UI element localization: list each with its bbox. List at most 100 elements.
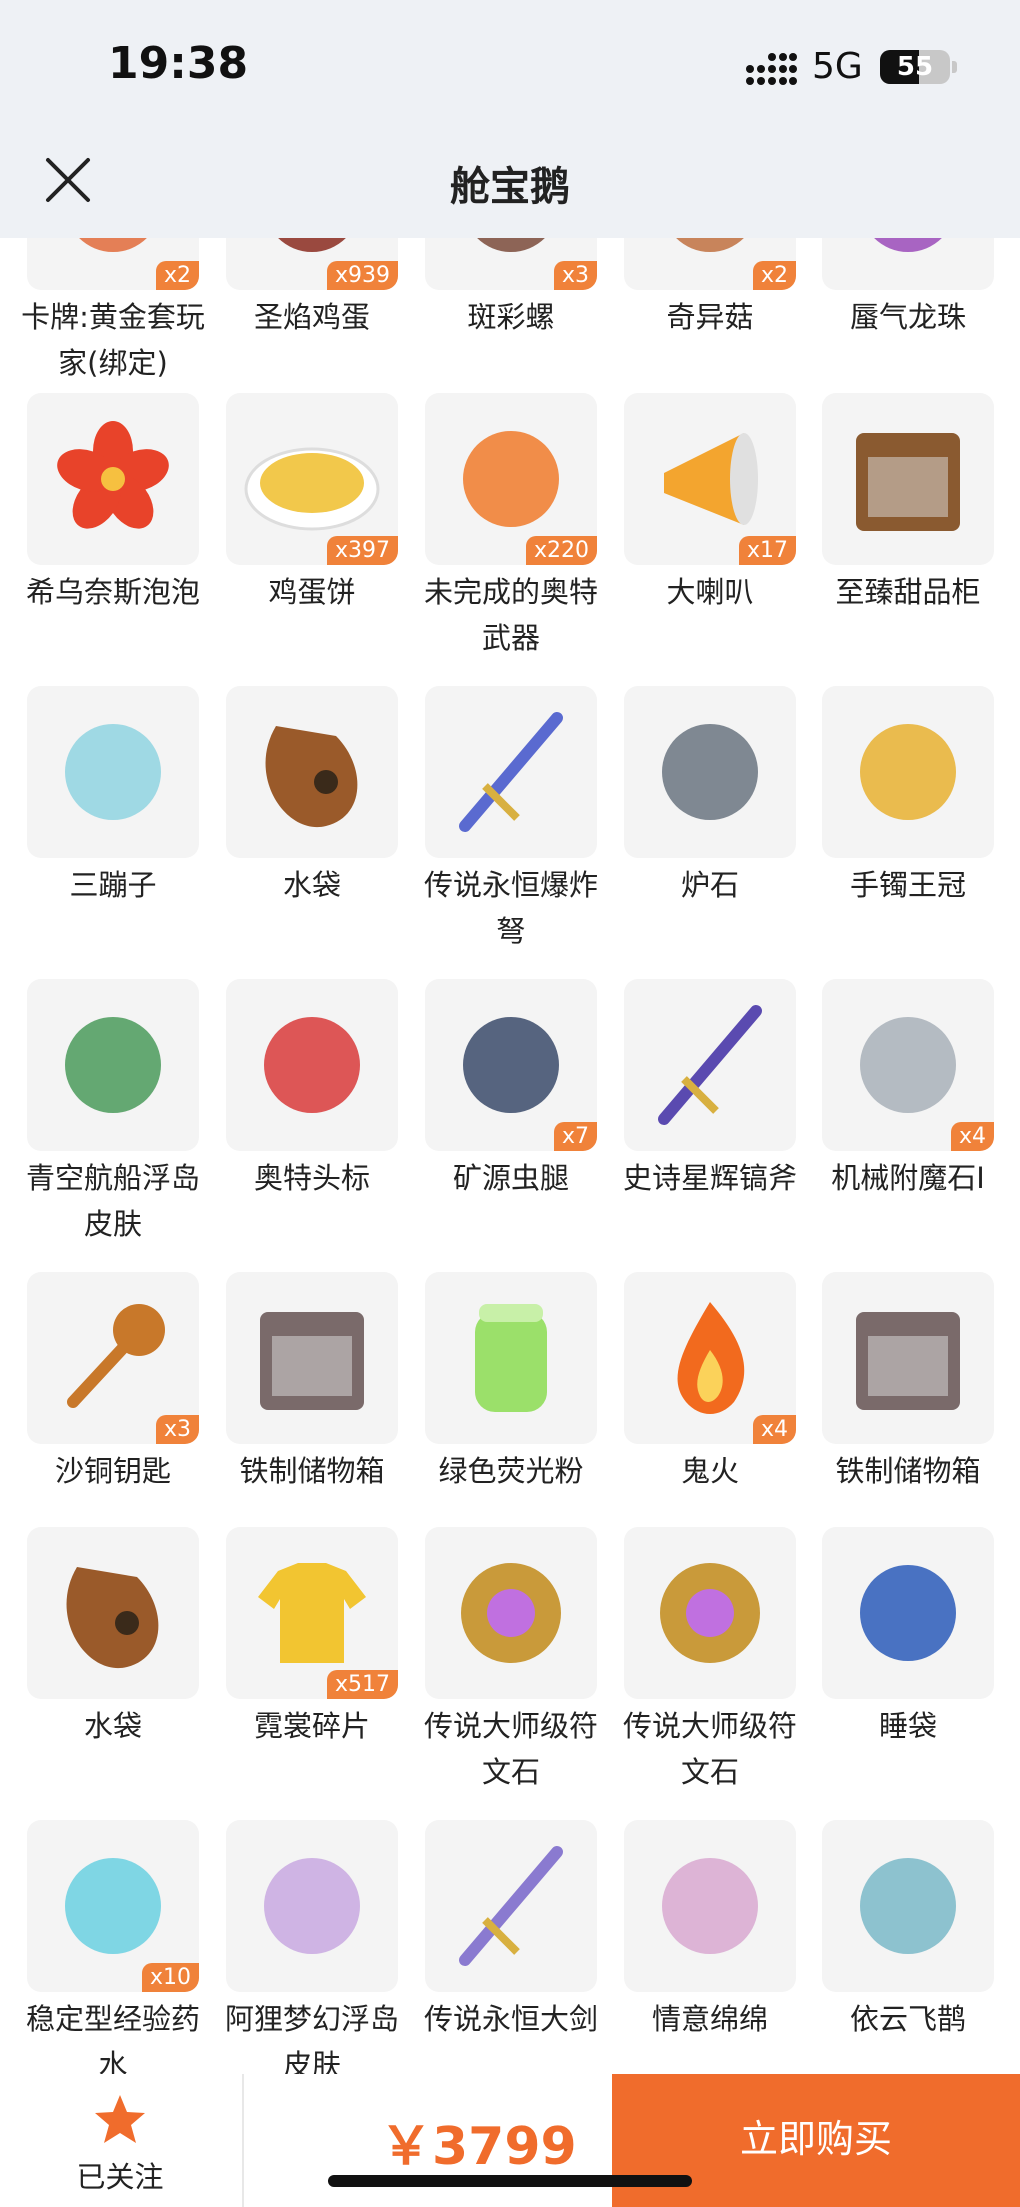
item-name: 水袋	[83, 1709, 142, 1743]
item-thumbnail	[425, 1820, 597, 1992]
item-name: 未完成的奥特武器	[423, 575, 598, 655]
network-type: 5G	[812, 46, 863, 87]
home-indicator	[328, 2175, 692, 2187]
flower-icon	[57, 421, 169, 529]
item-name: 希乌奈斯泡泡	[25, 575, 200, 609]
drone-icon	[860, 1858, 956, 1954]
item-thumbnail	[822, 1527, 994, 1699]
quantity-badge: x3	[155, 1415, 199, 1444]
item-name: 睡袋	[878, 1709, 937, 1743]
item-thumbnail: x2	[27, 238, 199, 290]
waterbag-icon	[265, 726, 358, 828]
item-thumbnail	[226, 979, 398, 1151]
item-thumbnail: x3	[425, 238, 597, 290]
item-name: 青空航船浮岛皮肤	[25, 1161, 200, 1241]
follow-button[interactable]: 已关注	[0, 2074, 240, 2207]
item-name: 圣焰鸡蛋	[253, 300, 370, 334]
price: ￥3799	[380, 2117, 577, 2177]
item-name: 传说大师级符文石	[423, 1709, 598, 1789]
item-thumbnail	[822, 1272, 994, 1444]
item-thumbnail	[226, 686, 398, 858]
quantity-badge: x220	[525, 536, 597, 565]
item-name: 情意绵绵	[651, 2002, 768, 2036]
item-thumbnail	[624, 1820, 796, 1992]
wreath-icon	[662, 1858, 758, 1954]
item-name: 阿狸梦幻浮岛皮肤	[224, 2002, 399, 2074]
item-thumbnail	[27, 393, 199, 565]
item-thumbnail: x3	[27, 1272, 199, 1444]
star-icon	[95, 2095, 145, 2143]
chest-icon	[856, 1312, 960, 1410]
chest-icon	[260, 1312, 364, 1410]
bottom-bar: 已关注 ￥3799 立即购买	[0, 2074, 1020, 2207]
item-name: 鸡蛋饼	[268, 575, 356, 609]
item-thumbnail	[425, 1527, 597, 1699]
item-thumbnail	[27, 686, 199, 858]
item-name: 传说永恒大剑	[423, 2002, 598, 2036]
item-name: 水袋	[282, 868, 341, 902]
divider	[242, 2074, 244, 2207]
item-name: 传说永恒爆炸弩	[423, 868, 598, 948]
item-name: 绿色荧光粉	[438, 1454, 584, 1488]
item-thumbnail: x7	[425, 979, 597, 1151]
rune-icon	[461, 1563, 561, 1663]
item-name: 稳定型经验药水	[25, 2002, 200, 2074]
quantity-badge: x7	[553, 1122, 597, 1151]
item-thumbnail	[624, 686, 796, 858]
item-thumbnail: x4	[822, 979, 994, 1151]
item-thumbnail	[226, 1820, 398, 1992]
item-thumbnail	[822, 686, 994, 858]
item-name: 斑彩螺	[467, 300, 555, 334]
follow-label: 已关注	[76, 2160, 164, 2194]
battery-tip	[952, 61, 957, 73]
item-thumbnail	[822, 238, 994, 290]
item-name: 依云飞鹊	[849, 2002, 966, 2036]
item-thumbnail: x17	[624, 393, 796, 565]
quantity-badge: x10	[141, 1963, 199, 1992]
item-thumbnail: x517	[226, 1527, 398, 1699]
quantity-badge: x4	[950, 1122, 994, 1151]
item-name: 鬼火	[680, 1454, 739, 1488]
quantity-badge: x397	[326, 536, 398, 565]
tricycle-icon	[65, 724, 161, 820]
signal-icon	[746, 53, 797, 85]
item-thumbnail	[425, 686, 597, 858]
item-name: 铁制储物箱	[239, 1454, 385, 1488]
item-name: 炉石	[680, 868, 739, 902]
item-name: 奥特头标	[253, 1161, 370, 1195]
cabinet-icon	[856, 433, 960, 531]
rune-icon	[660, 1563, 760, 1663]
waterbag-icon	[66, 1567, 159, 1669]
sword-icon	[459, 1846, 563, 1966]
item-thumbnail: x939	[226, 238, 398, 290]
item-thumbnail: x2	[624, 238, 796, 290]
item-name: 三蹦子	[69, 868, 157, 902]
item-name: 沙铜钥匙	[54, 1454, 171, 1488]
quantity-badge: x17	[738, 536, 796, 565]
item-thumbnail	[822, 1820, 994, 1992]
item-name: 卡牌:黄金套玩家(绑定)	[21, 300, 205, 380]
item-thumbnail: x4	[624, 1272, 796, 1444]
nav-bar: 舱宝鹅	[0, 130, 1020, 238]
quantity-badge: x517	[326, 1670, 398, 1699]
item-thumbnail	[425, 1272, 597, 1444]
quantity-badge: x2	[155, 261, 199, 290]
item-thumbnail: x220	[425, 393, 597, 565]
crossbow-icon	[459, 712, 563, 832]
quantity-badge: x2	[752, 261, 796, 290]
item-name: 传说大师级符文石	[622, 1709, 797, 1789]
battery-icon: 55	[880, 50, 950, 84]
item-thumbnail	[624, 1527, 796, 1699]
boomerang-icon	[264, 1017, 360, 1113]
hearthstone-icon	[662, 724, 758, 820]
item-name: 矿源虫腿	[452, 1161, 569, 1195]
buy-now-button[interactable]: 立即购买	[612, 2074, 1020, 2207]
item-name: 奇异菇	[666, 300, 754, 334]
pearl-icon	[874, 238, 942, 252]
item-thumbnail: x397	[226, 393, 398, 565]
quantity-badge: x939	[326, 261, 398, 290]
item-thumbnail	[226, 1272, 398, 1444]
quantity-badge: x4	[752, 1415, 796, 1444]
quantity-badge: x3	[553, 261, 597, 290]
item-thumbnail: x10	[27, 1820, 199, 1992]
